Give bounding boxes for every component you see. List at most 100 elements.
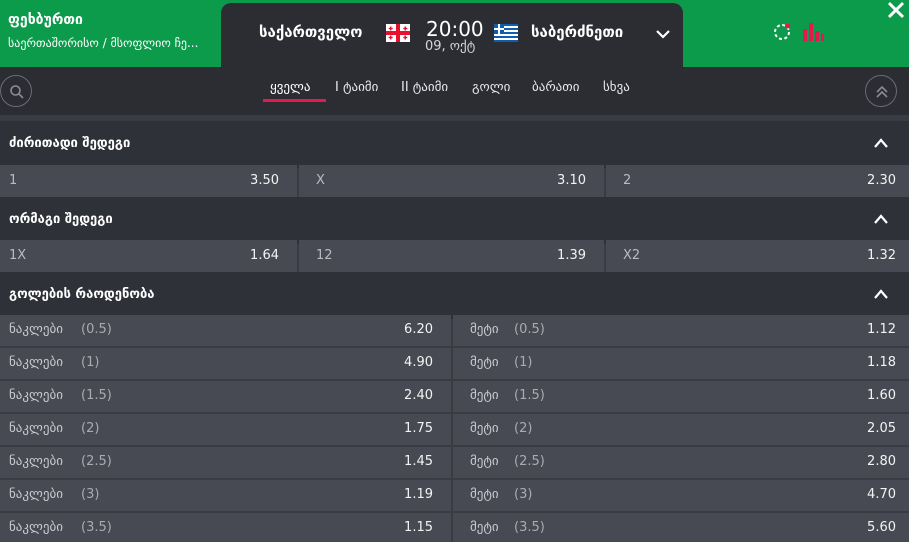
over-odd-button[interactable]: მეტი (2.5) 2.80 <box>453 447 909 478</box>
under-label: ნაკლები <box>9 454 63 469</box>
under-odd-button[interactable]: ნაკლები (2.5) 1.45 <box>0 447 451 478</box>
under-label: ნაკლები <box>9 322 63 337</box>
goal-line: (1.5) <box>514 388 545 403</box>
over-odd-button[interactable]: მეტი (3) 4.70 <box>453 480 909 511</box>
tab-cards[interactable]: ბარათი <box>532 80 579 95</box>
search-button[interactable] <box>0 75 32 107</box>
live-icon[interactable] <box>772 22 792 42</box>
over-odd-button[interactable]: მეტი (3.5) 5.60 <box>453 513 909 542</box>
odd-value: 2.30 <box>867 173 896 188</box>
odd-value: 2.80 <box>867 454 896 469</box>
under-odd-button[interactable]: ნაკლები (3) 1.19 <box>0 480 451 511</box>
under-label: ნაკლები <box>9 388 63 403</box>
sport-name: ფეხბურთი <box>8 12 83 28</box>
odd-value: 1.75 <box>404 421 433 436</box>
odd-label: X <box>316 173 325 188</box>
tab-goals[interactable]: გოლი <box>472 80 510 95</box>
tab-first-half[interactable]: I ტაიმი <box>335 80 378 95</box>
section-title: ორმაგი შედეგი <box>9 212 113 227</box>
under-label: ნაკლები <box>9 487 63 502</box>
over-label: მეტი <box>470 388 499 403</box>
odd-value: 5.60 <box>867 520 896 535</box>
odd-value: 1.45 <box>404 454 433 469</box>
odd-value: 1.19 <box>404 487 433 502</box>
goal-line: (1) <box>514 355 533 370</box>
tab-other[interactable]: სხვა <box>603 80 630 95</box>
home-team-name: საქართველო <box>259 23 363 41</box>
scroll-top-button[interactable] <box>865 75 897 107</box>
section-main-result-header[interactable]: ძირითადი შედეგი <box>0 121 909 168</box>
match-time: 20:00 <box>426 17 484 41</box>
odd-value: 1.64 <box>250 248 279 263</box>
goal-line: (3) <box>81 487 100 502</box>
odd-value: 1.39 <box>557 248 586 263</box>
over-label: მეტი <box>470 520 499 535</box>
match-date: 09, ოქტ <box>425 39 476 54</box>
goal-line: (2) <box>514 421 533 436</box>
under-odd-button[interactable]: ნაკლები (1.5) 2.40 <box>0 381 451 412</box>
odd-value: 4.70 <box>867 487 896 502</box>
over-label: მეტი <box>470 421 499 436</box>
odd-label: 2 <box>623 173 632 188</box>
chevron-up-icon[interactable] <box>873 137 889 149</box>
goal-line: (0.5) <box>81 322 112 337</box>
odd-value: 2.40 <box>404 388 433 403</box>
goal-line: (1.5) <box>81 388 112 403</box>
odd-button[interactable]: 12 1.39 <box>299 240 604 272</box>
odd-value: 1.18 <box>867 355 896 370</box>
over-odd-button[interactable]: მეტი (1) 1.18 <box>453 348 909 379</box>
odd-button[interactable]: 1 3.50 <box>0 165 297 197</box>
odd-label: X2 <box>623 248 641 263</box>
odd-label: 1X <box>9 248 27 263</box>
georgia-flag-icon <box>386 24 410 42</box>
market-tabs-bar: ყველა I ტაიმი II ტაიმი გოლი ბარათი სხვა <box>0 67 909 115</box>
over-label: მეტი <box>470 454 499 469</box>
under-label: ნაკლები <box>9 421 63 436</box>
away-team-name: საბერძნეთი <box>531 23 624 41</box>
goal-line: (3.5) <box>514 520 545 535</box>
odd-label: 1 <box>9 173 18 188</box>
goal-line: (2.5) <box>81 454 112 469</box>
over-odd-button[interactable]: მეტი (0.5) 1.12 <box>453 315 909 346</box>
chevron-up-icon[interactable] <box>873 288 889 300</box>
odd-button[interactable]: X2 1.32 <box>606 240 909 272</box>
odd-value: 1.32 <box>867 248 896 263</box>
tab-all[interactable]: ყველა <box>270 80 310 95</box>
chevron-down-icon[interactable] <box>654 25 672 43</box>
odd-value: 3.10 <box>557 173 586 188</box>
goal-line: (3.5) <box>81 520 112 535</box>
search-icon <box>10 85 24 99</box>
double-chevron-up-icon <box>876 85 888 98</box>
greece-flag-icon <box>494 24 518 42</box>
section-total-goals-header[interactable]: გოლების რაოდენობა <box>0 272 909 319</box>
section-double-chance-header[interactable]: ორმაგი შედეგი <box>0 197 909 244</box>
under-odd-button[interactable]: ნაკლები (1) 4.90 <box>0 348 451 379</box>
competition-info: ფეხბურთი საერთაშორისო / მსოფლიო ჩე... <box>8 11 198 51</box>
under-odd-button[interactable]: ნაკლები (0.5) 6.20 <box>0 315 451 346</box>
odd-value: 1.60 <box>867 388 896 403</box>
odd-button[interactable]: X 3.10 <box>299 165 604 197</box>
odd-value: 4.90 <box>404 355 433 370</box>
odd-label: 12 <box>316 248 333 263</box>
under-odd-button[interactable]: ნაკლები (2) 1.75 <box>0 414 451 445</box>
odd-button[interactable]: 1X 1.64 <box>0 240 297 272</box>
section-title: ძირითადი შედეგი <box>9 136 131 151</box>
chevron-up-icon[interactable] <box>873 213 889 225</box>
stats-icon[interactable] <box>802 21 824 41</box>
over-odd-button[interactable]: მეტი (2) 2.05 <box>453 414 909 445</box>
over-odd-button[interactable]: მეტი (1.5) 1.60 <box>453 381 909 412</box>
goal-line: (3) <box>514 487 533 502</box>
goal-line: (0.5) <box>514 322 545 337</box>
goal-line: (2) <box>81 421 100 436</box>
section-title: გოლების რაოდენობა <box>9 287 155 302</box>
over-label: მეტი <box>470 355 499 370</box>
match-header: ფეხბურთი საერთაშორისო / მსოფლიო ჩე... სა… <box>0 0 909 67</box>
odd-value: 1.15 <box>404 520 433 535</box>
goal-line: (1) <box>81 355 100 370</box>
odd-value: 2.05 <box>867 421 896 436</box>
active-tab-indicator <box>263 99 326 102</box>
tab-second-half[interactable]: II ტაიმი <box>401 80 448 95</box>
under-odd-button[interactable]: ნაკლები (3.5) 1.15 <box>0 513 451 542</box>
odd-button[interactable]: 2 2.30 <box>606 165 909 197</box>
close-icon[interactable] <box>886 0 906 20</box>
